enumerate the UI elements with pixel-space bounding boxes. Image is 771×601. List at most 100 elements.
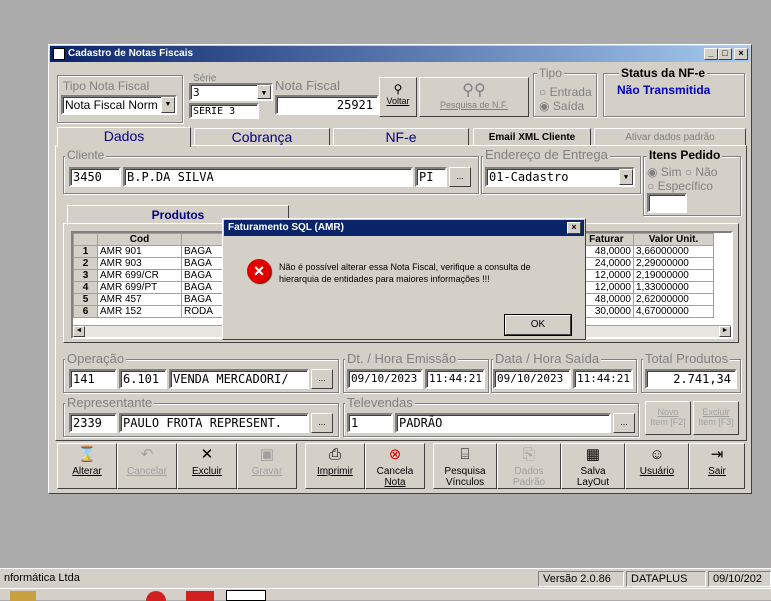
binoculars-icon: ⚲⚲ (462, 82, 486, 99)
televendas-code-input[interactable]: 1 (347, 413, 393, 433)
saida-date-input[interactable]: 09/10/2023 (493, 369, 571, 389)
error-dialog: Faturamento SQL (AMR) × × Não é possível… (222, 218, 586, 340)
representante-lookup-button[interactable]: ... (311, 413, 333, 433)
tab-dados[interactable]: Dados (57, 127, 191, 147)
cliente-name-input[interactable]: B.P.DA SILVA (123, 167, 413, 187)
voltar-button[interactable]: ⚲ Voltar (379, 77, 417, 117)
sair-button[interactable]: ⇥ Sair (689, 443, 745, 489)
user-icon: ☺ (649, 446, 665, 463)
valor-cell: 4,67000000 (633, 305, 714, 318)
tipo-nota-select[interactable]: Nota Fiscal Norm ▼ (61, 95, 177, 115)
operacao-lookup-button[interactable]: ... (311, 369, 333, 389)
tab-email-xml[interactable]: Email XML Cliente (473, 128, 591, 146)
tab-cobranca[interactable]: Cobrança (194, 128, 330, 146)
excluir-button[interactable]: ✕ Excluir (177, 443, 237, 489)
novo-item-button[interactable]: Novo Item [F2] (645, 401, 691, 435)
excluir-item-label: Excluir (702, 407, 730, 417)
cliente-code-input[interactable]: 3450 (69, 167, 121, 187)
gravar-button[interactable]: ▣ Gravar (237, 443, 297, 489)
total-value: 2.741,34 (645, 369, 737, 389)
entrada-radio[interactable]: ○ Entrada (539, 85, 592, 99)
itens-pedido-label: Itens Pedido (647, 148, 723, 162)
window-titlebar[interactable]: Cadastro de Notas Fiscais _ □ × (50, 46, 750, 62)
cliente-lookup-button[interactable]: ... (449, 167, 471, 187)
save-icon: ▣ (259, 446, 275, 463)
salva-layout-button[interactable]: ▦ Salva LayOut (561, 443, 625, 489)
row-number-cell: 1 (73, 245, 98, 258)
emissao-time-input[interactable]: 11:44:21 (425, 369, 485, 389)
imprimir-button[interactable]: ⎙ Imprimir (305, 443, 365, 489)
salva-layout-label-2: LayOut (576, 477, 610, 488)
televendas-name-input[interactable]: PADRÃO (395, 413, 611, 433)
taskbar-window-button[interactable] (226, 590, 266, 601)
chevron-down-icon[interactable]: ▼ (619, 169, 633, 185)
tab-ativar-label: Ativar dados padrão (625, 132, 715, 143)
alterar-label: Alterar (72, 466, 102, 477)
valor-cell: 1,33000000 (633, 281, 714, 294)
scroll-left-icon[interactable]: ◄ (73, 326, 85, 337)
minimize-button[interactable]: _ (704, 48, 718, 60)
window-title: Cadastro de Notas Fiscais (68, 48, 194, 59)
valor-header: Valor Unit. (633, 233, 714, 246)
tipo-nota-label: Tipo Nota Fiscal (61, 79, 152, 93)
televendas-label: Televendas (345, 395, 415, 410)
serie-text-field: SÉRIE 3 (189, 103, 259, 119)
cancelar-label: Cancelar (126, 466, 168, 477)
nota-fiscal-input[interactable]: 25921 (275, 95, 379, 115)
endereco-select[interactable]: 01-Cadastro ▼ (485, 167, 635, 187)
pesquisa-vinculos-button[interactable]: ⌸ Pesquisa Vínculos (433, 443, 497, 489)
scroll-right-icon[interactable]: ► (719, 326, 731, 337)
nao-label: Não (695, 165, 718, 179)
representante-code-input[interactable]: 2339 (69, 413, 117, 433)
ok-button[interactable]: OK (504, 314, 572, 336)
novo-item-key: Item [F2] (650, 417, 686, 427)
operacao-desc-input[interactable]: VENDA MERCADORI/ (169, 369, 309, 389)
emissao-date-input[interactable]: 09/10/2023 (347, 369, 423, 389)
chevron-down-icon[interactable]: ▼ (257, 85, 271, 99)
tab-ativar-dados[interactable]: Ativar dados padrão (594, 128, 746, 146)
chevron-down-icon[interactable]: ▼ (161, 97, 175, 113)
pesquisa-nf-label: Pesquisa de N.F. (439, 100, 509, 110)
representante-name-input[interactable]: PAULO FROTA REPRESENT. (119, 413, 309, 433)
saida-time-input[interactable]: 11:44:21 (573, 369, 633, 389)
televendas-lookup-button[interactable]: ... (613, 413, 635, 433)
sair-label: Sair (708, 466, 726, 477)
endereco-label: Endereço de Entrega (483, 147, 610, 162)
valor-cell: 2,29000000 (633, 257, 714, 270)
cancelar-button[interactable]: ↶ Cancelar (117, 443, 177, 489)
dados-padrao-button[interactable]: ⎘ Dados Padrão (497, 443, 561, 489)
serie-select[interactable]: 3 ▼ (189, 83, 273, 101)
layout-save-icon: ▦ (585, 446, 601, 463)
usuario-button[interactable]: ☺ Usuário (625, 443, 689, 489)
itens-radio-group[interactable]: ◉ Sim ○ Não (647, 165, 717, 179)
status-company: nformática Ltda (4, 572, 80, 584)
cfop-input[interactable]: 6.101 (119, 369, 167, 389)
dados-padrao-label-1: Dados (514, 466, 544, 477)
pesquisa-nf-button[interactable]: ⚲⚲ Pesquisa de N.F. (419, 77, 529, 117)
cancela-nota-button[interactable]: ⊗ Cancela Nota (365, 443, 425, 489)
close-button[interactable]: × (734, 48, 748, 60)
cod-cell: AMR 901 (97, 245, 182, 258)
dialog-close-button[interactable]: × (567, 222, 581, 234)
row-number-header (73, 233, 98, 246)
tab-nfe[interactable]: NF-e (333, 128, 469, 146)
excluir-item-button[interactable]: Excluir Item [F3] (693, 401, 739, 435)
tab-nfe-label: NF-e (385, 129, 417, 145)
saida-radio[interactable]: ◉ Saída (539, 99, 584, 113)
operacao-code-input[interactable]: 141 (69, 369, 117, 389)
especifico-input[interactable] (647, 193, 687, 213)
status-bar: nformática Ltda Versão 2.0.86 DATAPLUS 0… (0, 568, 771, 588)
hourglass-icon: ⌛ (77, 446, 97, 463)
dialog-message: Não é possível alterar essa Nota Fiscal,… (279, 261, 579, 285)
cliente-uf-input[interactable]: PI (415, 167, 447, 187)
representante-label: Representante (65, 395, 155, 410)
usuario-label: Usuário (639, 466, 675, 477)
dialog-titlebar[interactable]: Faturamento SQL (AMR) × (224, 220, 584, 236)
row-number-cell: 4 (73, 281, 98, 294)
cancela-nota-label-2: Nota (384, 477, 406, 488)
dialog-message-line-1: Não é possível alterar essa Nota Fiscal,… (279, 262, 531, 272)
especifico-radio[interactable]: ○ Específico (647, 179, 713, 193)
maximize-button[interactable]: □ (718, 48, 732, 60)
alterar-button[interactable]: ⌛ Alterar (57, 443, 117, 489)
row-number-cell: 3 (73, 269, 98, 282)
